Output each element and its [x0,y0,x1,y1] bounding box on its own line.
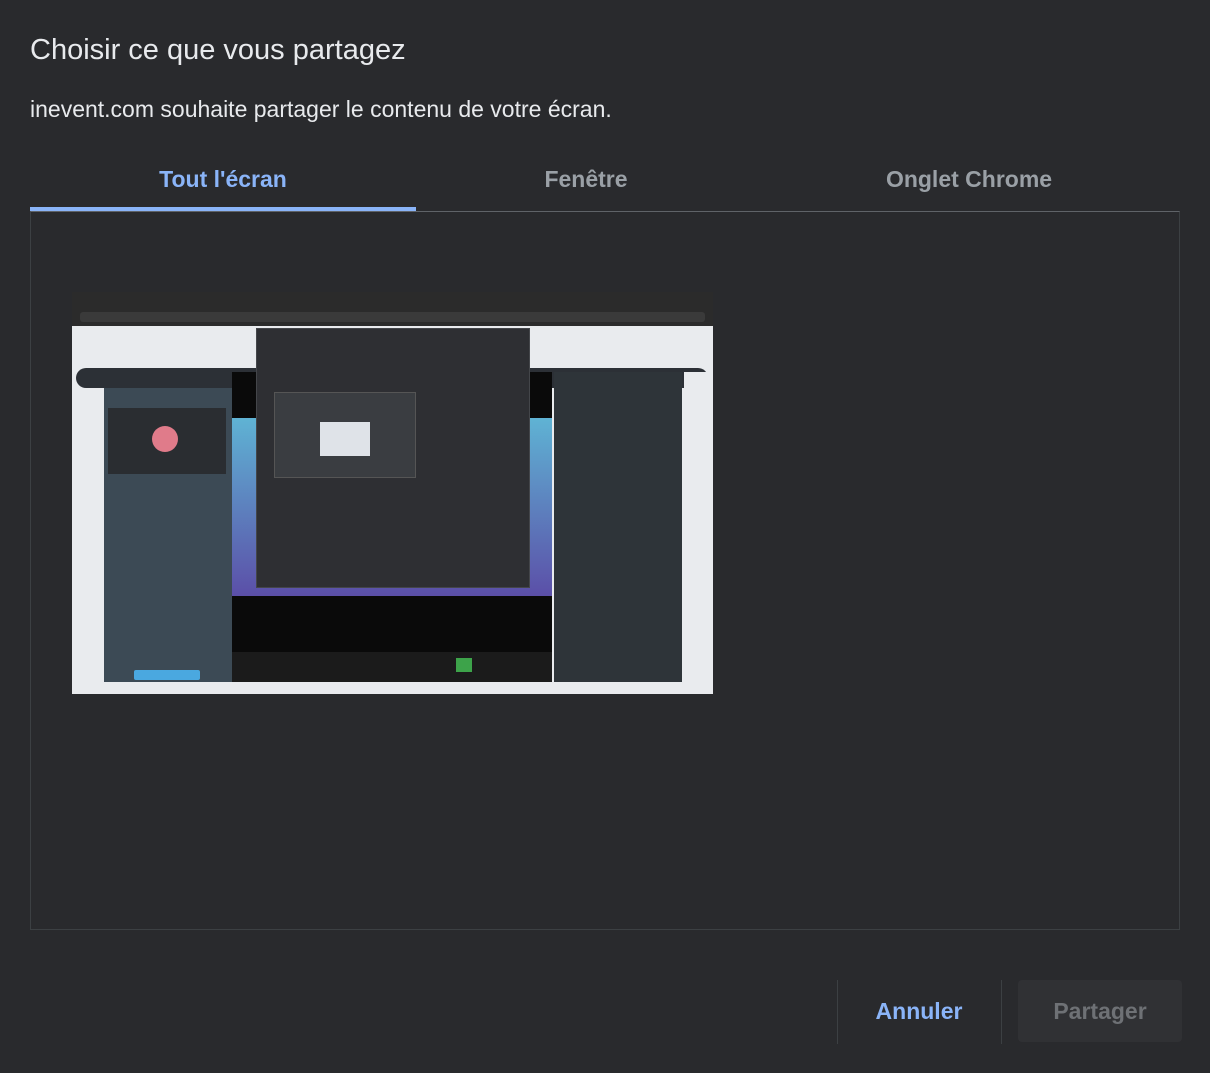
tab-entire-screen[interactable]: Tout l'écran [30,150,416,210]
screen-thumbnail[interactable] [72,292,713,694]
thumb-right-rail [684,372,710,682]
source-panel [30,211,1180,930]
tab-window[interactable]: Fenêtre [416,150,756,210]
thumb-nested-inner [320,422,370,456]
tab-bar: Tout l'écran Fenêtre Onglet Chrome [30,150,1182,212]
thumb-right-panel [554,372,682,682]
thumb-green-control [456,658,472,672]
tab-chrome-tab[interactable]: Onglet Chrome [756,150,1182,210]
dialog-title: Choisir ce que vous partagez [30,34,406,66]
thumb-avatar-face [152,426,178,452]
footer-divider-left [837,980,838,1044]
thumb-bottom-controls [232,652,552,682]
dialog-subtitle: inevent.com souhaite partager le contenu… [30,96,612,122]
cancel-button[interactable]: Annuler [852,988,986,1034]
footer-divider-right [1001,980,1002,1044]
thumb-blue-button [134,670,200,680]
share-button[interactable]: Partager [1018,980,1182,1042]
thumb-address-bar [80,312,705,322]
